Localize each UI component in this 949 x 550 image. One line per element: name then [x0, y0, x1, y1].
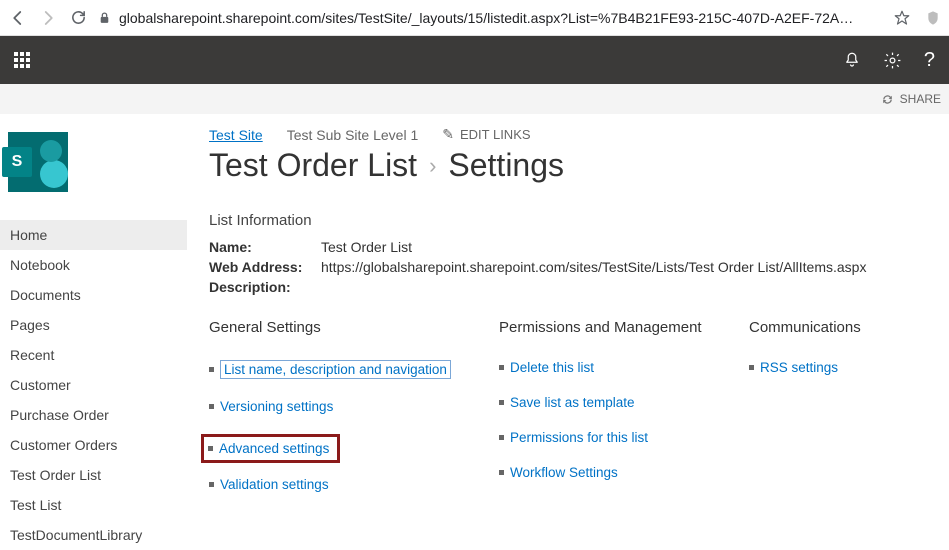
url-text: globalsharepoint.sharepoint.com/sites/Te… — [119, 10, 853, 26]
title-page: Settings — [448, 147, 564, 184]
info-row-address: Web Address: https://globalsharepoint.sh… — [209, 259, 949, 275]
bullet-icon — [209, 482, 214, 487]
nav-notebook[interactable]: Notebook — [0, 250, 187, 280]
link-list-name-desc-nav: List name, description and navigation — [209, 360, 499, 379]
link-versioning-settings: Versioning settings — [209, 399, 499, 414]
bullet-icon — [209, 367, 214, 372]
bullet-icon — [749, 365, 754, 370]
nav-customer-orders[interactable]: Customer Orders — [0, 430, 187, 460]
edit-links-button[interactable]: ✎ EDIT LINKS — [442, 126, 530, 143]
pencil-icon: ✎ — [442, 126, 454, 143]
link-rss-settings: RSS settings — [749, 360, 949, 375]
settings-columns: General Settings List name, description … — [209, 319, 949, 512]
nav-documents[interactable]: Documents — [0, 280, 187, 310]
bullet-icon — [208, 446, 213, 451]
content-area: Test Site Test Sub Site Level 1 ✎ EDIT L… — [187, 114, 949, 550]
permissions-heading: Permissions and Management — [499, 319, 749, 336]
general-settings-heading: General Settings — [209, 319, 499, 336]
link-permissions-for-list: Permissions for this list — [499, 430, 749, 445]
share-strip: SHARE — [0, 84, 949, 114]
info-row-name: Name: Test Order List — [209, 239, 949, 255]
info-description-label: Description: — [209, 279, 321, 295]
highlight-advanced-settings: Advanced settings — [201, 434, 340, 463]
bullet-icon — [499, 365, 504, 370]
reload-button[interactable] — [68, 9, 88, 26]
settings-gear-icon[interactable] — [883, 51, 902, 70]
edit-links-label: EDIT LINKS — [460, 127, 531, 142]
forward-button[interactable] — [38, 9, 58, 27]
browser-toolbar: globalsharepoint.sharepoint.com/sites/Te… — [0, 0, 949, 36]
nav-recent[interactable]: Recent — [0, 340, 187, 370]
nav-test-order-list[interactable]: Test Order List — [0, 460, 187, 490]
site-logo[interactable]: S — [8, 132, 68, 192]
main-layout: S Home Notebook Documents Pages Recent C… — [0, 114, 949, 550]
list-info-heading: List Information — [209, 212, 949, 229]
address-bar[interactable]: globalsharepoint.sharepoint.com/sites/Te… — [98, 10, 883, 26]
left-sidebar: S Home Notebook Documents Pages Recent C… — [0, 114, 187, 550]
suite-bar: ? — [0, 36, 949, 84]
share-button[interactable]: SHARE — [900, 92, 941, 106]
col-general-settings: General Settings List name, description … — [209, 319, 499, 512]
page-title: Test Order List › Settings — [209, 147, 949, 184]
quick-launch-nav: Home Notebook Documents Pages Recent Cus… — [0, 220, 187, 550]
bullet-icon — [209, 404, 214, 409]
bullet-icon — [499, 435, 504, 440]
info-address-label: Web Address: — [209, 259, 321, 275]
top-nav: Test Site Test Sub Site Level 1 ✎ EDIT L… — [209, 126, 949, 143]
communications-heading: Communications — [749, 319, 949, 336]
nav-pages[interactable]: Pages — [0, 310, 187, 340]
nav-customer[interactable]: Customer — [0, 370, 187, 400]
help-icon[interactable]: ? — [924, 49, 935, 72]
extension-icon[interactable] — [925, 9, 941, 27]
info-name-label: Name: — [209, 239, 321, 255]
link-validation-settings: Validation settings — [209, 477, 499, 492]
link-delete-list: Delete this list — [499, 360, 749, 375]
bullet-icon — [499, 470, 504, 475]
sync-icon[interactable] — [881, 93, 894, 106]
link-save-as-template: Save list as template — [499, 395, 749, 410]
nav-test-list[interactable]: Test List — [0, 490, 187, 520]
col-permissions-management: Permissions and Management Delete this l… — [499, 319, 749, 512]
nav-home[interactable]: Home — [0, 220, 187, 250]
crumb-site[interactable]: Test Site — [209, 127, 263, 143]
link-advanced-settings: Advanced settings — [208, 441, 329, 456]
info-address-value: https://globalsharepoint.sharepoint.com/… — [321, 259, 866, 275]
col-communications: Communications RSS settings — [749, 319, 949, 512]
link-workflow-settings: Workflow Settings — [499, 465, 749, 480]
star-icon[interactable] — [893, 9, 911, 27]
app-launcher-icon[interactable] — [14, 52, 30, 68]
title-list-name: Test Order List — [209, 147, 417, 184]
bullet-icon — [499, 400, 504, 405]
back-button[interactable] — [8, 9, 28, 27]
crumb-subsite[interactable]: Test Sub Site Level 1 — [287, 127, 419, 143]
nav-purchase-order[interactable]: Purchase Order — [0, 400, 187, 430]
lock-icon — [98, 11, 111, 25]
title-separator-icon: › — [429, 153, 436, 179]
info-name-value: Test Order List — [321, 239, 412, 255]
info-row-description: Description: — [209, 279, 949, 295]
notification-icon[interactable] — [843, 51, 861, 69]
